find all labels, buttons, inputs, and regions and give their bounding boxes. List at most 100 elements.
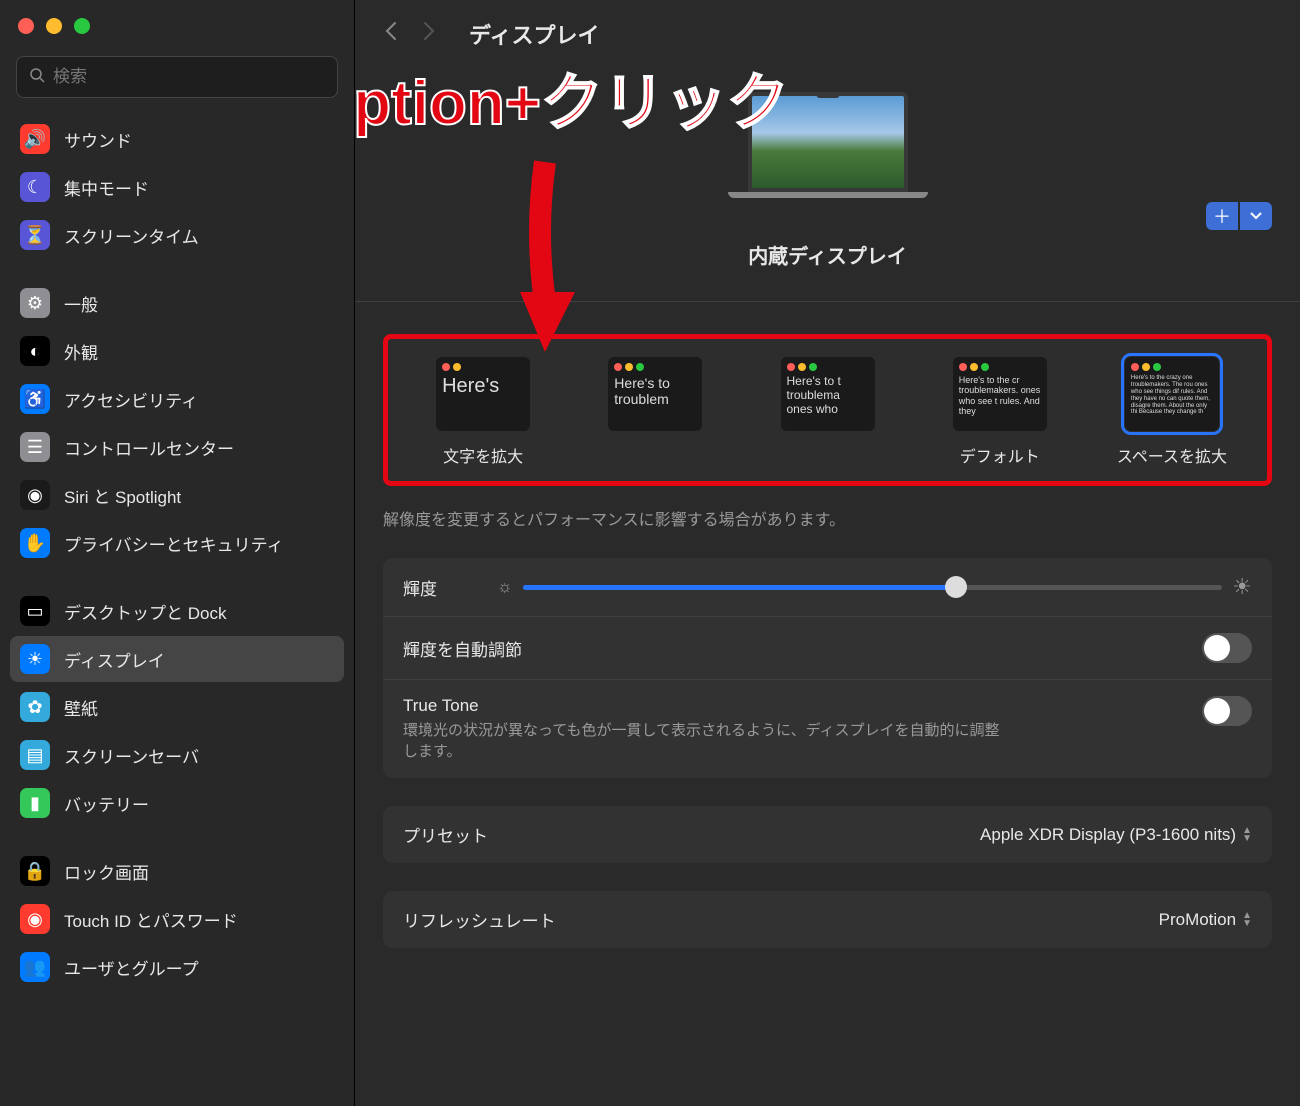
refresh-select[interactable]: ProMotion ▲▼: [1159, 910, 1252, 930]
search-box[interactable]: [16, 56, 338, 98]
resolution-option-label: 文字を拡大: [402, 443, 564, 467]
resolution-note: 解像度を変更するとパフォーマンスに影響する場合があります。: [383, 506, 1272, 530]
brightness-label: 輝度: [403, 575, 437, 600]
sidebar-item[interactable]: ▤ スクリーンセーバ: [10, 732, 344, 778]
sidebar-item[interactable]: ▭デスクトップと Dock: [10, 588, 344, 634]
sidebar-item-icon: ✋: [20, 528, 50, 558]
true-tone-toggle[interactable]: [1202, 696, 1252, 726]
refresh-label: リフレッシュレート: [403, 907, 556, 932]
sidebar-item-label: Siri と Spotlight: [64, 483, 181, 508]
true-tone-desc: 環境光の状況が異なっても色が一貫して表示されるように、ディスプレイを自動的に調整…: [403, 720, 1003, 762]
sidebar-item[interactable]: ⚙ 一般: [10, 280, 344, 326]
sidebar-item-icon: 👥: [20, 952, 50, 982]
sidebar-item[interactable]: ◉Siri と Spotlight: [10, 472, 344, 518]
auto-brightness-toggle[interactable]: [1202, 633, 1252, 663]
main-panel: ディスプレイ Option+クリック 内蔵ディスプレイ ＋ Here's文字を拡…: [355, 0, 1300, 1106]
resolution-thumbnail: Here's to t troublema ones who: [781, 357, 875, 431]
chevron-updown-icon: ▲▼: [1242, 827, 1252, 843]
sidebar-item-label: アクセシビリティ: [64, 387, 198, 412]
sidebar-item-label: ユーザとグループ: [64, 955, 199, 980]
sidebar-item-label: スクリーンタイム: [64, 223, 199, 248]
true-tone-row: True Tone 環境光の状況が異なっても色が一貫して表示されるように、ディス…: [383, 680, 1272, 778]
chevron-updown-icon: ▲▼: [1242, 912, 1252, 928]
sidebar-item-icon: 🔊: [20, 124, 50, 154]
sidebar-item-icon: ⚙: [20, 288, 50, 318]
minimize-window[interactable]: [46, 18, 62, 34]
resolution-option-label: [574, 443, 736, 461]
back-button[interactable]: [383, 19, 399, 50]
settings-group-3: リフレッシュレート ProMotion ▲▼: [383, 891, 1272, 948]
brightness-slider[interactable]: [523, 585, 1223, 590]
resolution-option[interactable]: Here's to the cr troublemakers. ones who…: [919, 357, 1081, 467]
preset-value: Apple XDR Display (P3-1600 nits): [980, 825, 1236, 845]
search-input[interactable]: [53, 67, 325, 87]
refresh-value: ProMotion: [1159, 910, 1236, 930]
maximize-window[interactable]: [74, 18, 90, 34]
preset-select[interactable]: Apple XDR Display (P3-1600 nits) ▲▼: [980, 825, 1252, 845]
sidebar-item-label: バッテリー: [64, 791, 149, 816]
add-display-button[interactable]: ＋: [1206, 202, 1238, 230]
resolution-option[interactable]: Here's to troublem: [574, 357, 736, 467]
sidebar-item-icon: ▤: [20, 740, 50, 770]
resolution-thumbnail: Here's to the crazy one troublemakers. T…: [1125, 357, 1219, 431]
sidebar-item[interactable]: ♿ アクセシビリティ: [10, 376, 344, 422]
sidebar-item[interactable]: ✋ プライバシーとセキュリティ: [10, 520, 344, 566]
add-display-group: ＋: [1206, 202, 1272, 230]
sidebar-item[interactable]: ✿壁紙: [10, 684, 344, 730]
resolution-option-label: [746, 443, 908, 461]
sidebar-item[interactable]: ◐ 外観: [10, 328, 344, 374]
sidebar-item-icon: ☾: [20, 172, 50, 202]
sidebar-item-label: スクリーンセーバ: [64, 743, 199, 768]
brightness-row: 輝度 ☼ ☀: [383, 558, 1272, 617]
add-display-dropdown[interactable]: [1240, 202, 1272, 230]
resolution-option-label: デフォルト: [919, 443, 1081, 467]
sidebar-item[interactable]: 🔊サウンド: [10, 116, 344, 162]
main-header: ディスプレイ: [355, 0, 1300, 62]
sidebar-item-label: 外観: [64, 339, 98, 364]
sidebar-item-label: プライバシーとセキュリティ: [64, 531, 284, 556]
sidebar-item-icon: ✿: [20, 692, 50, 722]
sidebar-item[interactable]: ◉ Touch ID とパスワード: [10, 896, 344, 942]
sun-small-icon: ☼: [497, 577, 513, 597]
sidebar: 🔊サウンド ☾ 集中モード ⏳ スクリーンタイム ⚙ 一般 ◐ 外観 ♿ アクセシビリティ ☰コントロ…: [0, 0, 355, 1106]
sidebar-item[interactable]: ⏳ スクリーンタイム: [10, 212, 344, 258]
sidebar-item-label: 集中モード: [64, 175, 149, 200]
auto-brightness-label: 輝度を自動調節: [403, 636, 522, 661]
sidebar-item[interactable]: 👥 ユーザとグループ: [10, 944, 344, 990]
sidebar-item[interactable]: ☾ 集中モード: [10, 164, 344, 210]
sidebar-item-icon: ◐: [20, 336, 50, 366]
refresh-row: リフレッシュレート ProMotion ▲▼: [383, 891, 1272, 948]
resolution-option[interactable]: Here's to t troublema ones who: [746, 357, 908, 467]
settings-group-2: プリセット Apple XDR Display (P3-1600 nits) ▲…: [383, 806, 1272, 863]
resolution-thumbnail: Here's to troublem: [608, 357, 702, 431]
search-icon: [29, 67, 45, 88]
annotation-arrow: [515, 152, 615, 372]
sun-large-icon: ☀: [1232, 574, 1252, 600]
resolution-option[interactable]: Here's文字を拡大: [402, 357, 564, 467]
preset-row: プリセット Apple XDR Display (P3-1600 nits) ▲…: [383, 806, 1272, 863]
close-window[interactable]: [18, 18, 34, 34]
sidebar-item[interactable]: 🔒 ロック画面: [10, 848, 344, 894]
sidebar-item[interactable]: ▮ バッテリー: [10, 780, 344, 826]
sidebar-item[interactable]: ☀ディスプレイ: [10, 636, 344, 682]
true-tone-label: True Tone: [403, 696, 1003, 716]
brightness-slider-wrap: ☼ ☀: [497, 574, 1252, 600]
sidebar-item-label: 一般: [64, 291, 98, 316]
sidebar-list: 🔊サウンド ☾ 集中モード ⏳ スクリーンタイム ⚙ 一般 ◐ 外観 ♿ アクセシビリティ ☰コントロ…: [0, 116, 354, 1106]
sidebar-item-icon: ◉: [20, 904, 50, 934]
auto-brightness-row: 輝度を自動調節: [383, 617, 1272, 680]
preset-label: プリセット: [403, 822, 488, 847]
sidebar-item-icon: ⏳: [20, 220, 50, 250]
resolution-option[interactable]: Here's to the crazy one troublemakers. T…: [1091, 357, 1253, 467]
sidebar-item-icon: 🔒: [20, 856, 50, 886]
sidebar-item-label: デスクトップと Dock: [64, 599, 226, 624]
sidebar-item[interactable]: ☰コントロールセンター: [10, 424, 344, 470]
sidebar-item-label: Touch ID とパスワード: [64, 907, 238, 932]
resolution-option-label: スペースを拡大: [1091, 443, 1253, 467]
sidebar-item-icon: ♿: [20, 384, 50, 414]
sidebar-item-label: ロック画面: [64, 859, 149, 884]
sidebar-item-icon: ▮: [20, 788, 50, 818]
settings-group-1: 輝度 ☼ ☀ 輝度を自動調節 True Tone: [383, 558, 1272, 778]
sidebar-item-icon: ☀: [20, 644, 50, 674]
forward-button[interactable]: [421, 19, 437, 50]
